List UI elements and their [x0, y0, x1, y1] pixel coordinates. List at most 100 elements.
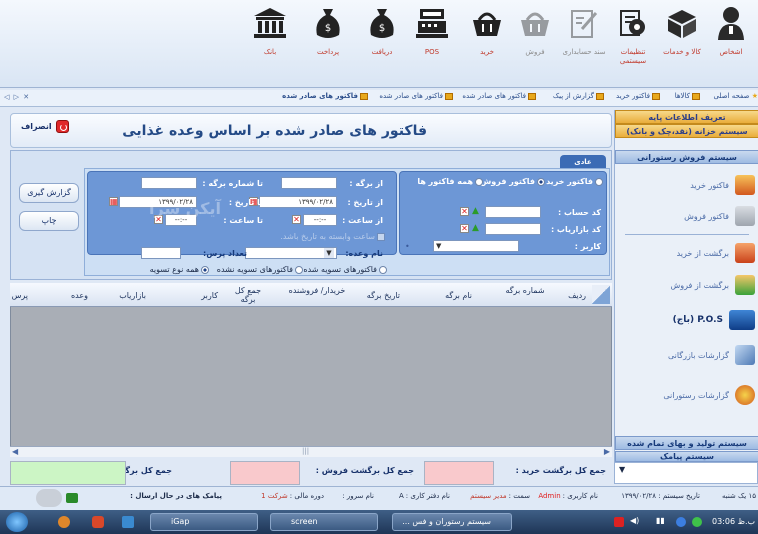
nav-item-purchase-return[interactable]: برگشت از خرید [615, 238, 758, 268]
column-user[interactable]: کاربر [201, 291, 218, 300]
tab-courier-report[interactable]: گزارش از پیک [553, 92, 604, 100]
from-time-input[interactable]: --:-- [303, 214, 337, 226]
clear-icon[interactable]: ✕ [460, 207, 469, 216]
radio-settled[interactable]: فاکتورهای تسویه شده [303, 265, 387, 274]
from-page-input[interactable] [281, 177, 337, 189]
column-meal[interactable]: وعده [71, 291, 88, 300]
radio-sales-invoice[interactable]: فاکتور فروش [480, 177, 545, 186]
box-icon [668, 10, 696, 38]
status-system-date: تاریخ سیستم : ۱۳۹۹/۰۲/۲۸ [621, 492, 700, 500]
row-selector-corner[interactable] [592, 285, 610, 304]
nav-item-restaurant-reports[interactable]: گزارشات رستورانی [615, 380, 758, 410]
radio-all-settlement-label: همه نوع تسویه [149, 265, 199, 274]
to-page-input[interactable] [141, 177, 197, 189]
time-date-dependency-checkbox[interactable]: ساعت وابسته به تاریخ باشد. [280, 232, 385, 241]
status-server-label: نام سرور : [342, 492, 374, 500]
column-marketer[interactable]: بازاریاب [119, 291, 146, 300]
tab-home[interactable]: ★ صفحه اصلی [713, 92, 758, 100]
column-sheet-name[interactable]: نام برگه [445, 291, 472, 300]
tab-issued-invoices-1[interactable]: فاکتور های صادر شده [462, 92, 536, 100]
scroll-left-icon[interactable]: ◀ [12, 447, 18, 456]
nav-production-costing[interactable]: سیستم تولید و بهای تمام شده [615, 436, 758, 450]
start-button[interactable] [6, 512, 28, 532]
column-sheet-number[interactable]: شماره برگه [498, 286, 552, 295]
radio-all-settlement[interactable]: همه نوع تسویه [150, 265, 209, 274]
column-buyer-seller[interactable]: خریدار/ فروشنده [284, 286, 350, 295]
status-company-value: شرکت 1 [261, 492, 288, 500]
column-row[interactable]: ردیف [568, 291, 586, 300]
marketer-code-input[interactable] [485, 223, 541, 235]
clock-icon[interactable]: ✕ [292, 215, 301, 224]
column-sheet-date[interactable]: تاریخ برگه [367, 291, 400, 300]
radio-unsettled[interactable]: فاکتورهای تسویه نشده [217, 265, 303, 274]
nav-dropdown[interactable]: ▼ [614, 462, 758, 484]
horizontal-scrollbar[interactable]: ◀ ▶ ||| [10, 446, 612, 457]
app-icon[interactable] [58, 516, 70, 528]
column-portion[interactable]: پرس [12, 291, 28, 300]
toolbar-pay[interactable]: $ پرداخت [305, 4, 351, 57]
toolbar-receive[interactable]: $ دریافت [359, 4, 405, 57]
radio-all-invoices[interactable]: همه فاکتور ها [417, 177, 483, 186]
nav-restaurant-sales[interactable]: سیستم فروش رستورانی [615, 150, 758, 164]
toolbar-purchase-label: خرید [480, 48, 494, 56]
meal-name-select[interactable]: ▼ [245, 247, 337, 259]
search-icon[interactable]: ▲ [471, 207, 480, 216]
print-button[interactable]: چاپ [19, 211, 79, 231]
toolbar-accounting-doc[interactable]: سند حسابداری [561, 4, 607, 57]
task-restaurant-system[interactable]: سیستم رستوران و فس ... [392, 513, 512, 531]
clear-icon[interactable]: ✕ [460, 224, 469, 233]
calendar-icon[interactable]: ▦ [109, 197, 118, 206]
user-select[interactable]: ▼ [433, 240, 519, 252]
toolbar-settings[interactable]: تنظیمات سیستمی [610, 4, 656, 66]
nav-item-sales-invoice[interactable]: فاکتور فروش [615, 201, 758, 231]
nav-item-pos[interactable]: P.O.S (باج) [615, 305, 758, 335]
portion-count-input[interactable] [141, 247, 181, 259]
tab-issued-invoices-2[interactable]: فاکتور های صادر شده [379, 92, 453, 100]
radio-purchase-invoice[interactable]: فاکتور خرید [546, 177, 603, 186]
tab-normal[interactable]: عادی [560, 155, 606, 169]
toolbar-bank[interactable]: بانک [247, 4, 293, 57]
from-date-input[interactable]: ۱۳۹۹/۰۲/۲۸ [259, 196, 337, 208]
search-icon[interactable]: ▲ [471, 224, 480, 233]
report-icon [735, 385, 755, 405]
nav-item-purchase-invoice[interactable]: فاکتور خرید [615, 170, 758, 200]
tab-goods[interactable]: کالاها [675, 92, 700, 100]
app-icon[interactable] [92, 516, 104, 528]
sale-return-total-label: جمع کل برگشت فروش : [315, 466, 414, 475]
cash-register-icon [416, 9, 448, 38]
tab-purchase-invoice[interactable]: فاکتور خرید [616, 92, 660, 100]
scroll-right-icon[interactable]: ▶ [604, 447, 610, 456]
toolbar-sales[interactable]: فروش [512, 4, 558, 57]
power-icon [55, 120, 69, 133]
toolbar-goods[interactable]: کالا و خدمات [659, 4, 705, 57]
status-role: سمت : مدیر سیستم [470, 492, 530, 500]
toolbar-persons[interactable]: اشخاص [708, 4, 754, 57]
invoices-grid[interactable] [10, 283, 612, 457]
app-icon[interactable] [122, 516, 134, 528]
signal-icon[interactable]: ▮▮ [656, 516, 665, 525]
toolbar-pos[interactable]: POS [409, 4, 455, 57]
scroll-thumb[interactable]: ||| [302, 447, 309, 455]
tab-controls[interactable]: ◁ ▷ ✕ [4, 93, 30, 101]
nav-item-commerce-reports[interactable]: گزارشات بازرگانی [615, 340, 758, 370]
tray-icon[interactable] [676, 517, 686, 527]
report-button[interactable]: گزارش گیری [19, 183, 79, 203]
toolbar-purchase[interactable]: خرید [464, 4, 510, 57]
basket-icon [473, 12, 501, 36]
tray-icon[interactable] [614, 517, 624, 527]
exit-button[interactable]: انصراف [21, 120, 69, 133]
tab-purchase-invoice-label: فاکتور خرید [616, 92, 650, 100]
volume-icon[interactable]: ◀) [630, 516, 639, 525]
nav-treasury[interactable]: سیستم خزانه (نقد،چک و بانک) [615, 124, 758, 138]
toolbar-bank-label: بانک [263, 48, 277, 56]
nav-item-sales-return[interactable]: برگشت از فروش [615, 270, 758, 300]
account-code-input[interactable] [485, 206, 541, 218]
windows-taskbar: iGap screen سیستم رستوران و فس ... ◀) ▮▮… [0, 510, 758, 534]
tray-icon[interactable] [692, 517, 702, 527]
task-screen[interactable]: screen [270, 513, 378, 531]
tab-issued-invoices-active[interactable]: فاکتور های صادر شده [282, 92, 368, 100]
nav-sms-system[interactable]: سیستم پیامک [615, 451, 758, 462]
task-igap[interactable]: iGap [150, 513, 258, 531]
column-sheet-total[interactable]: جمع کل برگه [228, 286, 268, 304]
nav-basic-info[interactable]: تعریف اطلاعات پایه [615, 110, 758, 124]
